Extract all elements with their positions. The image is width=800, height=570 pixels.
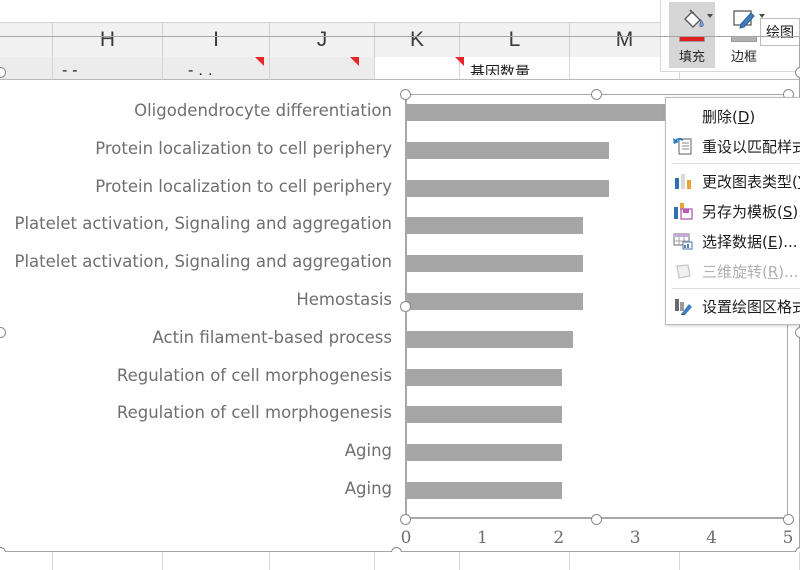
spreadsheet-cell[interactable]: [163, 552, 270, 570]
context-menu-item-label: 设置绘图区格式(F)...: [702, 297, 800, 316]
spreadsheet-cell[interactable]: [0, 552, 53, 570]
column-header-k[interactable]: K: [375, 23, 460, 57]
chart-category-label: Hemostasis: [296, 290, 392, 309]
chart-bar[interactable]: [407, 217, 583, 235]
comment-marker-icon: [455, 57, 464, 66]
context-menu-separator: [672, 163, 800, 164]
spreadsheet-cell[interactable]: [0, 57, 53, 80]
x-axis-tick-label: 1: [476, 528, 488, 548]
chart-type-icon: [672, 171, 694, 191]
fill-color-swatch[interactable]: [679, 36, 705, 42]
x-axis-tick-label: 3: [629, 528, 641, 548]
save-template-icon: [672, 201, 694, 221]
context-menu-item[interactable]: 选择数据(E)...: [666, 226, 800, 256]
column-header-l[interactable]: L: [460, 23, 570, 57]
x-axis-tick-label: 4: [706, 528, 717, 548]
context-menu-item: 三维旋转(R)...: [666, 256, 800, 286]
selection-handle[interactable]: [0, 66, 6, 78]
selection-handle[interactable]: [782, 513, 794, 525]
selection-handle[interactable]: [590, 88, 602, 100]
spreadsheet-cell[interactable]: [53, 552, 163, 570]
fill-label: 填充: [678, 50, 705, 65]
fill-chevron-down-icon[interactable]: [707, 14, 713, 18]
context-menu-item-label: 选择数据(E)...: [702, 232, 798, 251]
spreadsheet-cell[interactable]: [460, 552, 570, 570]
column-header-i[interactable]: I: [163, 23, 270, 57]
spreadsheet-cell[interactable]: [375, 57, 460, 80]
pencil-border-icon: [729, 5, 759, 35]
chart-category-label: Aging: [344, 479, 392, 498]
spreadsheet-cell[interactable]: [680, 552, 800, 570]
chart-category-label: Protein localization to cell periphery: [95, 176, 392, 196]
chart-bar[interactable]: [407, 141, 609, 159]
context-menu-item[interactable]: 设置绘图区格式(F)...: [666, 291, 800, 321]
context-menu-item[interactable]: 另存为模板(S)...: [666, 196, 800, 226]
selection-handle[interactable]: [590, 513, 602, 525]
menu-icon-empty: [672, 106, 694, 126]
context-menu-item-label: 另存为模板(S)...: [702, 202, 800, 221]
spreadsheet-bottom-row: [0, 552, 800, 570]
selection-handle[interactable]: [399, 88, 411, 100]
spreadsheet-cell[interactable]: [570, 552, 680, 570]
chart-bar[interactable]: [407, 444, 563, 462]
chart-bar[interactable]: [407, 104, 666, 121]
chart-bar[interactable]: [407, 330, 573, 348]
context-menu-item-label: 删除(D): [702, 107, 756, 126]
context-menu-separator: [672, 288, 800, 289]
chart-category-label: Regulation of cell morphogenesis: [116, 365, 392, 385]
select-data-icon: [672, 231, 694, 251]
context-menu-item[interactable]: 删除(D): [666, 101, 800, 131]
chart-bar[interactable]: [407, 368, 563, 386]
column-header-j[interactable]: J: [270, 23, 375, 57]
border-label: 边框: [730, 50, 757, 65]
comment-marker-icon: [350, 57, 359, 66]
chart-category-label: Aging: [344, 441, 392, 461]
ribbon-fragment: 填充 边框 绘图: [660, 0, 800, 72]
chart-category-label: Platelet activation, Signaling and aggre…: [14, 252, 392, 272]
fill-button[interactable]: 填充: [669, 2, 715, 68]
context-menu-item-label: 重设以匹配样式(A): [702, 137, 800, 156]
selection-handle[interactable]: [399, 513, 411, 525]
spreadsheet-cell[interactable]: [375, 552, 460, 570]
chart-category-label: Actin filament-based process: [152, 327, 392, 347]
chart-category-label: Platelet activation, Signaling and aggre…: [14, 214, 392, 234]
column-header-partial[interactable]: [0, 23, 53, 57]
border-color-swatch[interactable]: [731, 36, 757, 42]
selection-handle[interactable]: [0, 326, 6, 338]
chart-category-label: Regulation of cell morphogenesis: [116, 403, 392, 423]
context-menu-item-label: 三维旋转(R)...: [702, 262, 799, 281]
chart-category-label: Oligodendrocyte differentiation: [134, 101, 392, 120]
chart-bar[interactable]: [407, 255, 583, 273]
rotate-3d-icon: [672, 261, 694, 281]
selection-handle[interactable]: [794, 326, 800, 338]
x-axis-tick-label: 0: [400, 528, 412, 548]
spreadsheet-cell[interactable]: [270, 57, 375, 80]
chart-bar[interactable]: [407, 482, 563, 499]
spreadsheet-cell[interactable]: [270, 552, 375, 570]
context-menu-item[interactable]: 更改图表类型(Y)...: [666, 166, 800, 196]
chart-bar[interactable]: [407, 179, 609, 197]
chart-bar[interactable]: [407, 406, 563, 424]
context-menu-item-label: 更改图表类型(Y)...: [702, 172, 800, 191]
paint-bucket-icon: [677, 5, 707, 35]
column-header-h[interactable]: H: [53, 23, 163, 57]
selection-handle[interactable]: [399, 300, 411, 312]
spreadsheet-cell[interactable]: [163, 57, 270, 80]
reset-style-icon: [672, 136, 694, 156]
x-axis-tick-label: 5: [782, 528, 794, 548]
chart-bar[interactable]: [407, 293, 583, 310]
selection-handle[interactable]: [794, 66, 800, 78]
x-axis-tick-label: 2: [553, 528, 565, 548]
chart-category-label: Protein localization to cell periphery: [95, 138, 392, 158]
comment-marker-icon: [255, 57, 264, 66]
context-menu-item[interactable]: 重设以匹配样式(A): [666, 131, 800, 161]
format-plot-area-icon: [672, 296, 694, 316]
drawing-group-label[interactable]: 绘图: [760, 18, 800, 46]
chart-context-menu[interactable]: 删除(D) 重设以匹配样式(A) 更改图表类型(Y)... 另存为模板(S)... 选择…: [665, 97, 800, 325]
